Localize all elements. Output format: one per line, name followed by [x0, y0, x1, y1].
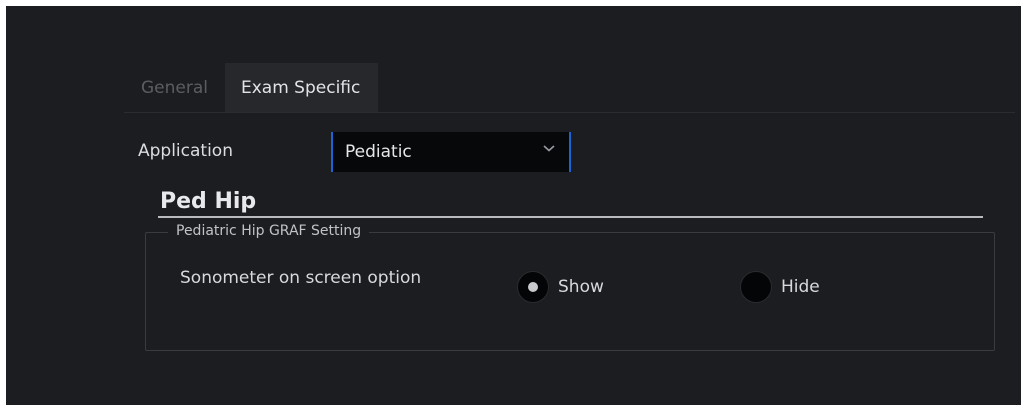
radio-hide-label: Hide: [781, 277, 820, 297]
radio-hide-circle[interactable]: [740, 271, 772, 303]
application-label: Application: [138, 141, 233, 161]
radio-hide[interactable]: Hide: [740, 271, 820, 303]
radio-show-circle[interactable]: [517, 271, 549, 303]
application-select[interactable]: Pediatic: [331, 132, 571, 172]
chevron-down-icon: [543, 145, 555, 152]
radio-show-label: Show: [558, 277, 604, 297]
section-divider: [158, 216, 983, 218]
tab-divider: [124, 112, 1015, 113]
tab-exam-specific[interactable]: Exam Specific: [225, 63, 379, 112]
radio-selected-dot: [528, 282, 538, 292]
tab-general[interactable]: General: [124, 63, 225, 112]
application-select-value: Pediatic: [345, 142, 412, 162]
sonometer-option-label: Sonometer on screen option: [180, 268, 422, 288]
group-legend: Pediatric Hip GRAF Setting: [168, 223, 370, 239]
section-title: Ped Hip: [160, 189, 257, 214]
tab-bar: General Exam Specific: [124, 63, 379, 112]
radio-show[interactable]: Show: [517, 271, 604, 303]
